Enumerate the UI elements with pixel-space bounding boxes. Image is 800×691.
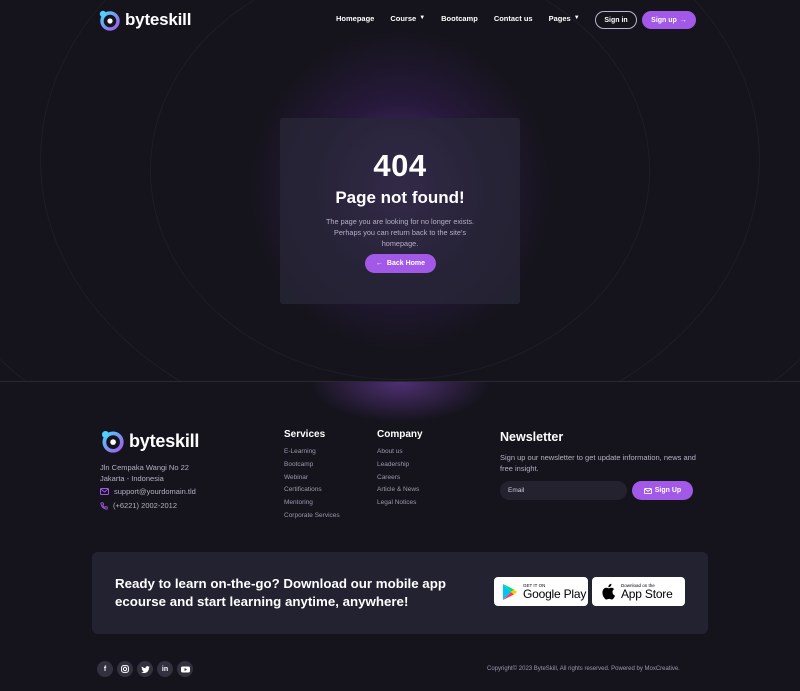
nav-item-pages[interactable]: Pages ▼ — [549, 14, 580, 23]
phone-icon — [100, 501, 108, 510]
chevron-down-icon: ▼ — [573, 14, 580, 21]
chevron-down-icon: ▼ — [419, 14, 426, 21]
company-links: About us Leadership Careers Article & Ne… — [377, 448, 419, 512]
google-play-icon — [503, 583, 517, 600]
site-footer: byteskill Jln Cempaka Wangi No 22 Jakart… — [0, 382, 800, 691]
youtube-icon[interactable] — [177, 661, 193, 677]
error-description: The page you are looking for no longer e… — [308, 216, 492, 249]
google-play-big: Google Play — [523, 586, 587, 601]
mail-icon — [643, 487, 652, 494]
footer-link[interactable]: Corporate Services — [284, 512, 340, 525]
logo-text: byteskill — [125, 10, 192, 29]
facebook-icon[interactable]: f — [97, 661, 113, 677]
logo-mark-icon — [101, 430, 124, 453]
app-store-big: App Store — [621, 586, 673, 601]
app-banner-text: Ready to learn on-the-go? Download our m… — [115, 575, 465, 611]
linkedin-icon[interactable]: in — [157, 661, 173, 677]
copyright-text: Copyright© 2023 ByteSkill, All rights re… — [487, 666, 680, 672]
nav-item-course[interactable]: Course ▼ — [390, 14, 425, 23]
footer-email[interactable]: support@yourdomain.tld — [100, 487, 196, 496]
company-title: Company — [377, 429, 423, 440]
nav-item-label: Contact us — [493, 14, 533, 23]
arrow-left-icon: ← — [375, 260, 383, 267]
google-play-button[interactable]: GET IT ON Google Play — [494, 577, 588, 606]
footer-link[interactable]: E-Learning — [284, 448, 340, 461]
footer-link[interactable]: Webinar — [284, 474, 340, 487]
nav-item-contact[interactable]: Contact us — [494, 14, 533, 23]
newsletter-title: Newsletter — [500, 430, 564, 444]
footer-link[interactable]: About us — [377, 448, 419, 461]
services-links: E-Learning Bootcamp Webinar Certificatio… — [284, 448, 340, 525]
phone-text: (+6221) 2002-2012 — [113, 501, 178, 510]
app-download-banner: Ready to learn on-the-go? Download our m… — [92, 552, 708, 634]
error-card: 404 Page not found! The page you are loo… — [280, 118, 520, 304]
services-title: Services — [284, 429, 326, 440]
arrow-right-icon: → — [679, 16, 687, 24]
address-line: Jln Cempaka Wangi No 22 — [100, 463, 189, 472]
footer-phone[interactable]: (+6221) 2002-2012 — [100, 501, 177, 510]
site-header: byteskill Homepage Course ▼ Bootcamp Con… — [0, 0, 800, 40]
logo-mark-icon — [99, 10, 120, 31]
error-description-line: Perhaps you can return back to the site'… — [334, 228, 466, 237]
nav-item-label: Bootcamp — [441, 14, 478, 23]
footer-link[interactable]: Bootcamp — [284, 461, 340, 474]
back-home-button[interactable]: ← Back Home — [365, 254, 436, 273]
footer-link[interactable]: Article & News — [377, 486, 419, 499]
nav-item-label: Course — [390, 14, 417, 23]
nav-item-homepage[interactable]: Homepage — [336, 14, 374, 23]
newsletter-email-input[interactable] — [500, 481, 627, 500]
main-nav: Homepage Course ▼ Bootcamp Contact us Pa… — [336, 14, 596, 23]
newsletter-description: Sign up our newsletter to get update inf… — [500, 453, 696, 473]
newsletter-signup-label: Sign Up — [654, 487, 682, 494]
footer-link[interactable]: Mentoring — [284, 499, 340, 512]
mail-icon — [100, 488, 109, 495]
footer-link[interactable]: Leadership — [377, 461, 419, 474]
instagram-icon[interactable] — [117, 661, 133, 677]
google-play-text: GET IT ON Google Play — [523, 583, 586, 601]
app-banner-line: Ready to learn on-the-go? Download our m… — [115, 576, 446, 591]
nav-item-bootcamp[interactable]: Bootcamp — [441, 14, 478, 23]
signup-button-label: Sign up — [651, 16, 677, 24]
error-title: Page not found! — [335, 188, 465, 207]
nav-item-label: Pages — [548, 14, 571, 23]
signup-button[interactable]: Sign up → — [642, 11, 696, 29]
app-banner-line: ecourse and start learning anytime, anyw… — [115, 594, 409, 609]
footer-link[interactable]: Legal Notices — [377, 499, 419, 512]
email-text: support@yourdomain.tld — [114, 487, 196, 496]
error-description-line: The page you are looking for no longer e… — [325, 217, 475, 226]
error-description-line: homepage. — [381, 239, 419, 248]
footer-address: Jln Cempaka Wangi No 22 Jakarta - Indone… — [100, 462, 189, 484]
newsletter-signup-button[interactable]: Sign Up — [632, 481, 693, 500]
apple-icon — [602, 583, 615, 600]
footer-link[interactable]: Careers — [377, 474, 419, 487]
logo[interactable]: byteskill — [98, 9, 191, 31]
footer-logo[interactable]: byteskill — [100, 429, 199, 453]
nav-item-label: Homepage — [336, 14, 375, 23]
address-line: Jakarta - Indonesia — [100, 474, 164, 483]
error-code: 404 — [373, 148, 427, 183]
app-store-text: Download on the App Store — [621, 583, 673, 601]
logo-text: byteskill — [129, 430, 200, 451]
social-links: f in — [97, 661, 193, 677]
twitter-icon[interactable] — [137, 661, 153, 677]
back-home-label: Back Home — [386, 260, 426, 267]
signin-button[interactable]: Sign in — [595, 11, 637, 29]
footer-link[interactable]: Certifications — [284, 486, 340, 499]
app-store-button[interactable]: Download on the App Store — [592, 577, 685, 606]
